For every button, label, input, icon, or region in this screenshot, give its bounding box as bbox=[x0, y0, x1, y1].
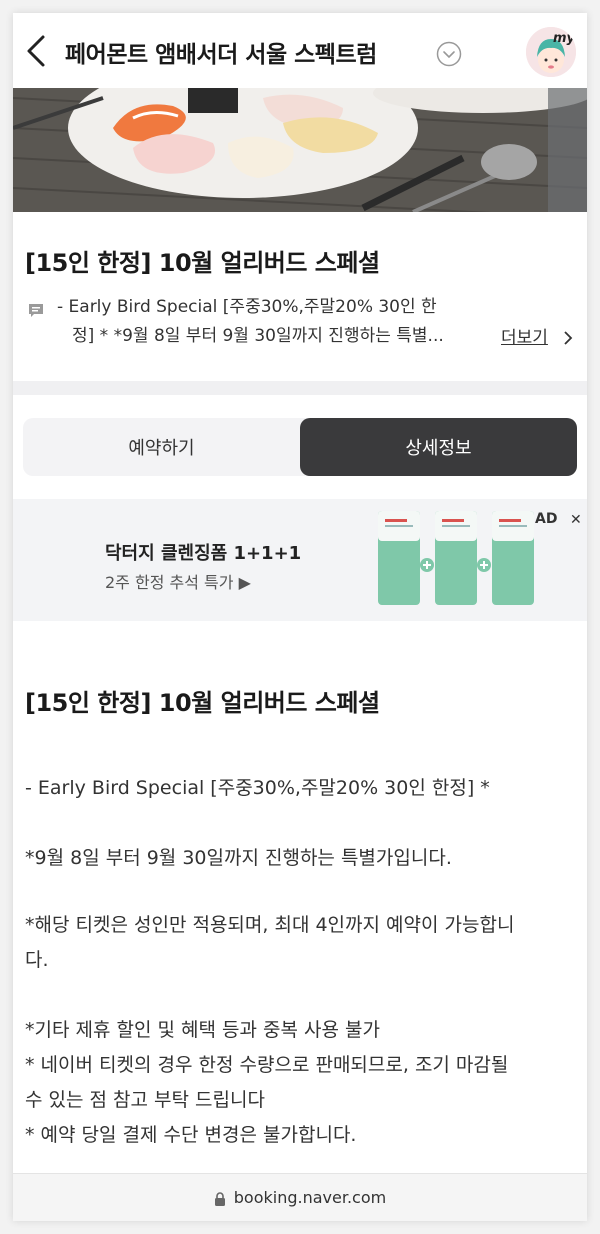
hero-image bbox=[13, 88, 587, 212]
ad-subtitle: 2주 한정 추석 특가 ▶ bbox=[105, 573, 251, 592]
ad-product-image bbox=[373, 505, 553, 615]
url-text: booking.naver.com bbox=[233, 1188, 387, 1207]
page-title: 페어몬트 앰배서더 서울 스펙트럼 bbox=[65, 42, 377, 68]
detail-line: - Early Bird Special [주중30%,주말20% 30인 한정… bbox=[25, 777, 490, 799]
offer-description-line: - Early Bird Special [주중30%,주말20% 30인 한 bbox=[57, 297, 437, 317]
ad-title: 닥터지 클렌징폼 1+1+1 bbox=[105, 543, 302, 564]
detail-line: *9월 8일 부터 9월 30일까지 진행하는 특별가입니다. bbox=[25, 847, 452, 869]
detail-line: 다. bbox=[25, 949, 49, 971]
comment-icon bbox=[28, 303, 44, 319]
avatar-label: my bbox=[553, 31, 576, 46]
offer-description-line: 정] * *9월 8일 부터 9월 30일까지 진행하는 특별... bbox=[72, 326, 444, 346]
offer-description: - Early Bird Special [주중30%,주말20% 30인 한 … bbox=[57, 293, 497, 351]
lock-icon bbox=[214, 1191, 226, 1206]
chevron-down-icon[interactable] bbox=[436, 41, 462, 67]
chevron-right-icon[interactable] bbox=[562, 330, 574, 346]
ad-badge: AD bbox=[535, 511, 558, 527]
detail-line: 수 있는 점 참고 부탁 드립니다 bbox=[25, 1089, 265, 1111]
more-link[interactable]: 더보기 bbox=[501, 323, 548, 348]
detail-title: [15인 한정] 10월 얼리버드 스페셜 bbox=[25, 689, 380, 717]
tab-reserve[interactable]: 예약하기 bbox=[23, 418, 300, 476]
avatar[interactable]: my bbox=[526, 27, 576, 77]
page-frame: 페어몬트 앰배서더 서울 스펙트럼 my [15인 한정] 10월 얼리버드 스… bbox=[13, 13, 587, 1221]
close-icon[interactable]: ✕ bbox=[570, 512, 582, 528]
ad-banner[interactable]: 닥터지 클렌징폼 1+1+1 2주 한정 추석 특가 ▶ AD ✕ bbox=[13, 499, 587, 621]
offer-title: [15인 한정] 10월 얼리버드 스페셜 bbox=[25, 249, 380, 277]
detail-line: *해당 티켓은 성인만 적용되며, 최대 4인까지 예약이 가능합니 bbox=[25, 914, 515, 936]
detail-line: * 네이버 티켓의 경우 한정 수량으로 판매되므로, 조기 마감될 bbox=[25, 1054, 509, 1076]
section-divider bbox=[13, 381, 587, 395]
browser-url-bar[interactable]: booking.naver.com bbox=[13, 1173, 587, 1221]
detail-line: * 예약 당일 결제 수단 변경은 불가합니다. bbox=[25, 1124, 357, 1146]
tab-bar: 예약하기 상세정보 bbox=[23, 418, 577, 476]
detail-line: *기타 제휴 할인 및 혜택 등과 중복 사용 불가 bbox=[25, 1019, 380, 1041]
top-header: 페어몬트 앰배서더 서울 스펙트럼 my bbox=[13, 13, 587, 88]
back-icon[interactable] bbox=[21, 33, 53, 69]
tab-detail-info[interactable]: 상세정보 bbox=[300, 418, 577, 476]
